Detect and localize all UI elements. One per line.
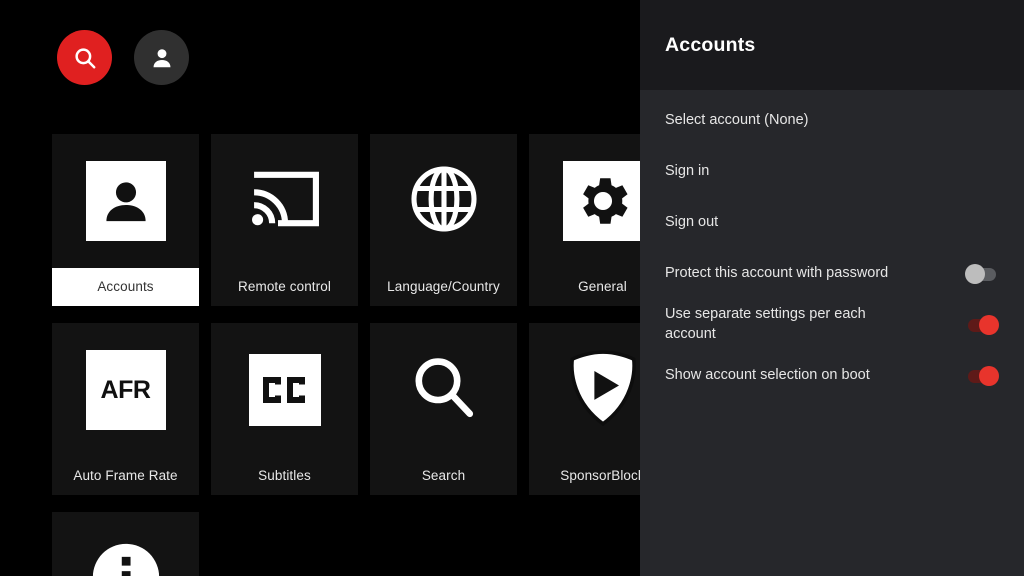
tile-label: Accounts [52,268,199,306]
globe-icon [408,163,480,240]
panel-title: Accounts [665,33,756,56]
toggle-protect-password[interactable] [965,263,999,284]
tile-art [52,512,199,576]
top-toolbar [57,30,189,85]
tile-label: Auto Frame Rate [73,467,178,483]
panel-item-separate-settings[interactable]: Use separate settings per each account [640,299,1024,350]
toggle-account-selection-boot[interactable] [965,365,999,386]
panel-header: Accounts [640,0,1024,90]
cast-icon [250,168,320,235]
tile-art [52,134,199,268]
panel-item-sign-out[interactable]: Sign out [640,197,1024,248]
afr-icon: AFR [85,350,166,430]
gear-icon [562,161,643,241]
search-icon [72,45,98,71]
tile-accounts[interactable]: Accounts [52,134,199,306]
toggle-thumb [965,263,985,284]
panel-item-label: Show account selection on boot [665,366,870,383]
toolbar-account-button[interactable] [134,30,189,85]
tile-art [211,134,358,268]
toggle-separate-settings[interactable] [965,314,999,335]
tile-label: Search [421,467,466,483]
tile-art [370,323,517,457]
tile-art [211,323,358,457]
panel-item-account-selection-boot[interactable]: Show account selection on boot [640,350,1024,401]
panel-item-label: Protect this account with password [665,264,889,281]
settings-tile-grid: Accounts Remote control Language/Country… [52,134,676,576]
shield-play-icon [564,348,642,433]
tile-auto-frame-rate[interactable]: AFR Auto Frame Rate [52,323,199,495]
panel-item-label: Sign in [665,162,710,179]
tile-label: Subtitles [258,467,311,483]
panel-item-label: Select account (None) [665,111,809,128]
tile-art: AFR [52,323,199,457]
toggle-thumb [979,365,999,386]
toolbar-search-button[interactable] [57,30,112,85]
tv-settings-screen: Accounts Remote control Language/Country… [0,0,1024,576]
person-icon [149,45,175,71]
magnifier-icon [408,352,480,429]
tile-language-country[interactable]: Language/Country [370,134,517,306]
closed-caption-icon [248,354,321,426]
toggle-thumb [979,314,999,335]
tile-info[interactable] [52,512,199,576]
panel-item-label: Use separate settings per each account [665,306,866,342]
tile-subtitles[interactable]: Subtitles [211,323,358,495]
afr-glyph-text: AFR [100,375,151,404]
panel-item-label: Sign out [665,213,719,230]
panel-item-sign-in[interactable]: Sign in [640,146,1024,197]
panel-options-list: Select account (None) Sign in Sign out P… [640,90,1024,401]
info-icon [87,538,165,576]
person-square-icon [85,161,166,241]
accounts-side-panel: Accounts Select account (None) Sign in S… [640,0,1024,576]
tile-search[interactable]: Search [370,323,517,495]
tile-label: Language/Country [387,278,500,294]
tile-label: Remote control [238,278,331,294]
panel-item-protect-password[interactable]: Protect this account with password [640,248,1024,299]
tile-remote-control[interactable]: Remote control [211,134,358,306]
tile-art [370,134,517,268]
panel-item-select-account[interactable]: Select account (None) [640,95,1024,146]
